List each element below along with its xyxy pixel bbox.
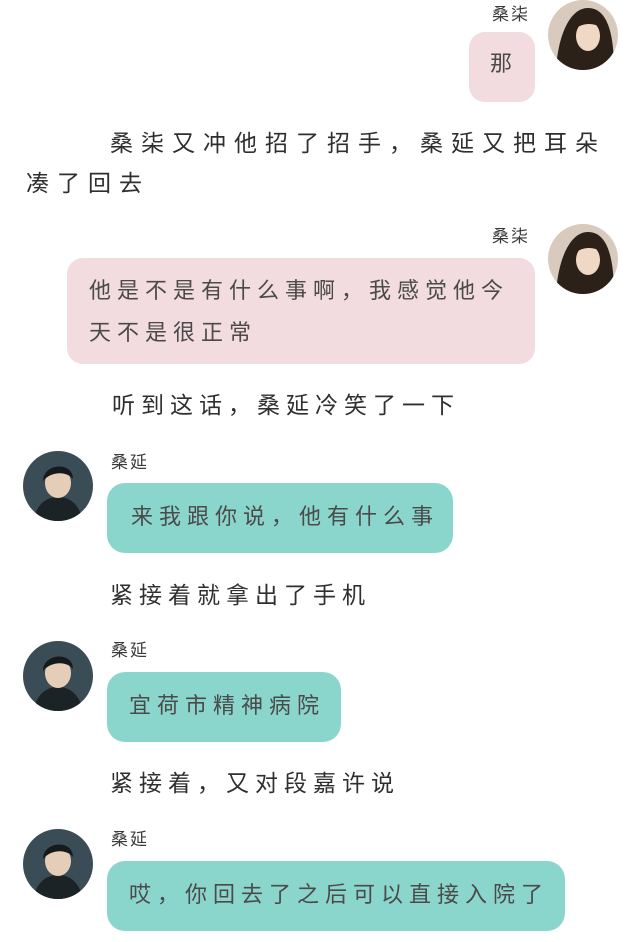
sender-name: 桑延 [111,453,149,473]
avatar-male-icon[interactable] [23,641,93,711]
message-bubble[interactable]: 那 [469,32,535,102]
message-bubble[interactable]: 来我跟你说，他有什么事 [107,483,453,553]
narration-text: 紧接着就拿出了手机 [110,583,371,609]
avatar-male-icon[interactable] [23,451,93,521]
message-bubble[interactable]: 他是不是有什么事啊，我感觉他今天不是很正常 [67,258,535,364]
sender-name: 桑延 [111,830,149,850]
sender-name: 桑柒 [492,227,530,247]
narration-text: 桑柒又冲他招了招手，桑延又把耳朵凑了回去 [26,131,606,197]
message-bubble[interactable]: 宜荷市精神病院 [107,672,341,742]
avatar-female-icon[interactable] [548,224,618,294]
message-bubble[interactable]: 哎，你回去了之后可以直接入院了 [107,861,565,931]
narration-text: 听到这话，桑延冷笑了一下 [112,393,460,419]
sender-name: 桑延 [111,641,149,661]
sender-name: 桑柒 [492,5,530,25]
narration-text: 紧接着，又对段嘉许说 [110,771,400,797]
avatar-male-icon[interactable] [23,829,93,899]
avatar-female-icon[interactable] [548,0,618,70]
